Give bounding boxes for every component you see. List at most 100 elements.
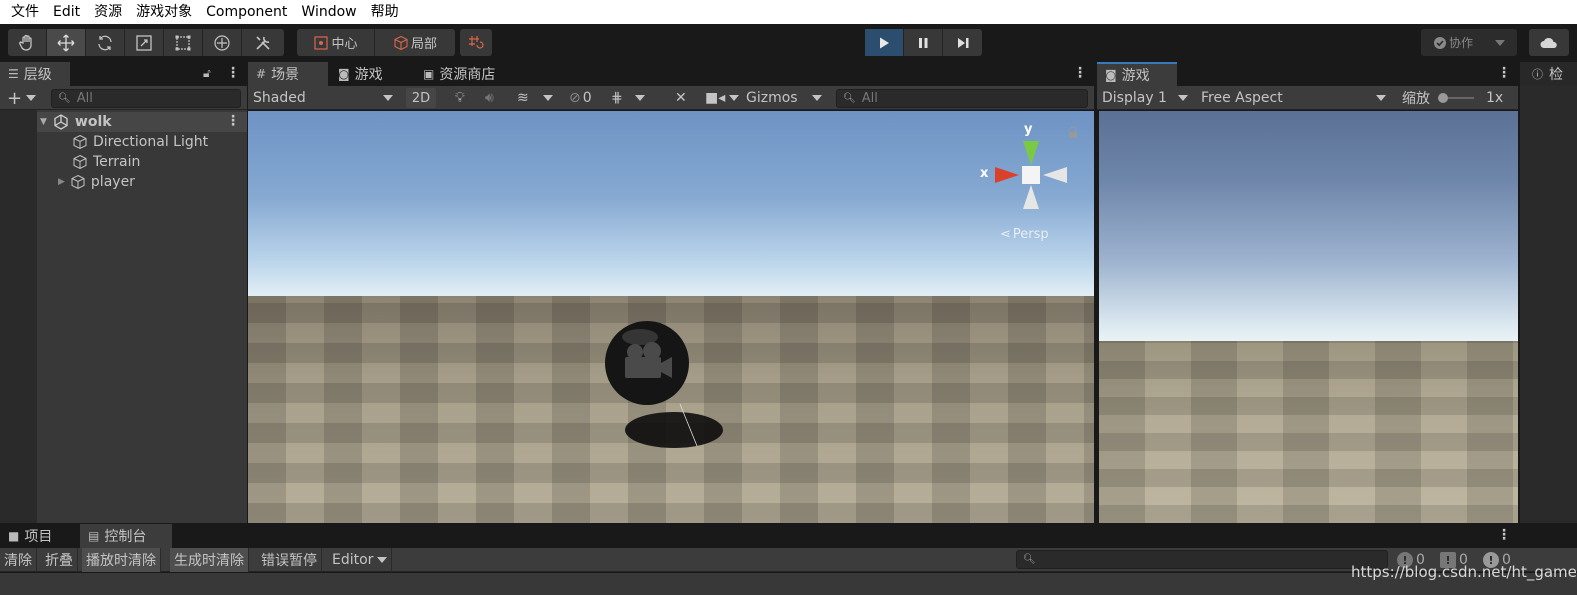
persp-icon: ⋖ (1000, 227, 1011, 242)
menu-component[interactable]: Component (199, 0, 294, 24)
lock-icon[interactable]: 🔓︎ (203, 66, 211, 81)
gizmo-axis-y-label[interactable]: y (1024, 122, 1032, 137)
collab-dropdown[interactable]: 协作 (1421, 29, 1517, 56)
hierarchy-item-directional-light[interactable]: Directional Light (37, 132, 247, 152)
expand-arrow-icon[interactable]: ▼ (40, 117, 47, 127)
tab-project-label: 项目 (24, 529, 53, 545)
cloud-button[interactable] (1529, 29, 1569, 56)
search-icon: 🔍︎ (843, 93, 856, 104)
console-search-input[interactable]: 🔍︎ (1016, 550, 1388, 569)
more-icon[interactable]: ⋮ (1497, 527, 1511, 543)
transform-icon (214, 34, 230, 51)
transform-tool-button[interactable] (203, 29, 242, 56)
scene-viewport[interactable]: y x ⋖ Persp (248, 111, 1094, 523)
projection-toggle[interactable]: ⋖ Persp (1000, 227, 1049, 242)
tab-hierarchy[interactable]: ☰ 层级 (0, 62, 70, 86)
menu-file[interactable]: 文件 (4, 0, 46, 24)
gizmos-dropdown[interactable]: Gizmos (741, 88, 827, 108)
grid-toggle[interactable]: ⋕ (606, 88, 650, 108)
collab-button[interactable]: 协作 (1421, 29, 1517, 56)
rotate-tool-button[interactable] (86, 29, 125, 56)
scale-slider-thumb[interactable] (1438, 93, 1448, 103)
tab-game[interactable]: ◙ 游戏 (330, 62, 410, 86)
menu-assets[interactable]: 资源 (87, 0, 129, 24)
custom-tool-button[interactable] (242, 29, 284, 56)
more-icon[interactable]: ⋮ (1497, 65, 1511, 81)
pause-button[interactable] (904, 29, 943, 56)
tab-inspector[interactable]: ⓘ 检 (1520, 62, 1577, 86)
neg-x-axis-cone (1043, 167, 1067, 183)
clear-on-build-label: 生成时清除 (174, 553, 244, 569)
snap-group (460, 29, 492, 56)
shopping-bag-icon: ▣ (423, 67, 435, 81)
mode-2d-toggle[interactable]: 2D (406, 88, 436, 108)
scene-more-icon[interactable]: ⋮ (226, 113, 240, 129)
scale-icon (136, 34, 152, 51)
grid-snap-button[interactable] (460, 29, 492, 56)
tab-project[interactable]: ■ 项目 (0, 524, 78, 548)
tab-game-view[interactable]: ◙ 游戏 (1097, 62, 1177, 86)
scene-search-placeholder: All (861, 91, 878, 106)
tools-toggle[interactable]: ✕ (670, 88, 692, 108)
game-tabbar: ◙ 游戏 ⋮ (1097, 62, 1518, 86)
effects-toggle[interactable]: ≋ (512, 88, 558, 108)
scene-overlay (605, 126, 1077, 448)
hierarchy-item-terrain[interactable]: Terrain (37, 152, 247, 172)
hierarchy-item-player[interactable]: ▶ player (37, 172, 247, 192)
play-button[interactable] (865, 29, 904, 56)
shading-mode-dropdown[interactable]: Shaded (248, 88, 398, 108)
game-sky (1099, 111, 1518, 343)
clear-on-play-label: 播放时清除 (86, 553, 156, 569)
step-button[interactable] (943, 29, 982, 56)
hierarchy-search-input[interactable]: 🔍︎ All (51, 89, 241, 108)
tab-console-label: 控制台 (104, 529, 147, 545)
editor-dropdown[interactable]: Editor (328, 548, 393, 572)
chevron-down-icon (1495, 39, 1506, 46)
gameobject-cube-icon (73, 154, 87, 170)
hidden-objects-toggle[interactable]: ⊘ 0 (564, 88, 597, 108)
tab-asset-store[interactable]: ▣ 资源商店 (415, 62, 515, 86)
aspect-dropdown[interactable]: Free Aspect (1196, 88, 1391, 108)
tab-scene[interactable]: # 场景 (248, 62, 328, 86)
clear-button[interactable]: 清除 (0, 548, 37, 572)
clear-on-play-button[interactable]: 播放时清除 (82, 548, 161, 572)
more-icon[interactable]: ⋮ (226, 65, 240, 81)
gizmo-axis-x-label[interactable]: x (980, 166, 988, 181)
inspector-panel: ⓘ 检 (1520, 62, 1577, 523)
menu-window[interactable]: Window (294, 0, 363, 24)
play-icon (880, 37, 889, 48)
collapse-button[interactable]: 折叠 (41, 548, 78, 572)
game-toolbar: Display 1 Free Aspect 缩放 1x (1097, 86, 1518, 110)
scale-tool-button[interactable] (125, 29, 164, 56)
rect-tool-button[interactable] (164, 29, 203, 56)
gizmo-center-cube (1022, 166, 1040, 184)
scene-search-input[interactable]: 🔍︎ All (836, 89, 1088, 108)
eye-slash-icon: ⊘ (569, 90, 581, 106)
scene-row[interactable]: ▼ wolk ⋮ (37, 112, 247, 132)
tab-console[interactable]: ▤ 控制台 (80, 524, 172, 548)
create-button[interactable]: + (2, 88, 41, 109)
expand-arrow-icon[interactable]: ▶ (58, 177, 65, 187)
menu-edit[interactable]: Edit (46, 0, 87, 24)
lighting-toggle[interactable]: 💡︎ (450, 88, 470, 108)
hierarchy-toolbar: + 🔍︎ All (0, 86, 247, 110)
game-viewport[interactable] (1097, 111, 1518, 523)
pivot-mode-button[interactable]: 中心 (297, 29, 375, 56)
error-pause-button[interactable]: 错误暂停 (257, 548, 322, 572)
pivot-space-button[interactable]: 局部 (375, 29, 455, 56)
menu-bar: 文件 Edit 资源 游戏对象 Component Window 帮助 (0, 0, 1577, 24)
menu-gameobject[interactable]: 游戏对象 (129, 0, 199, 24)
clear-on-build-button[interactable]: 生成时清除 (170, 548, 249, 572)
menu-help[interactable]: 帮助 (364, 0, 406, 24)
hierarchy-gutter (0, 110, 37, 523)
display-dropdown[interactable]: Display 1 (1097, 88, 1193, 108)
tab-scene-label: 场景 (271, 67, 300, 83)
move-tool-button[interactable] (47, 29, 86, 56)
more-icon[interactable]: ⋮ (1073, 65, 1087, 81)
camera-dropdown[interactable]: ■◂ (700, 88, 744, 108)
audio-toggle[interactable]: 🔊︎ (480, 88, 499, 108)
player-shadow (625, 412, 723, 448)
scale-slider[interactable] (1438, 93, 1474, 103)
cloud-group (1529, 29, 1569, 56)
hand-tool-button[interactable] (8, 29, 47, 56)
